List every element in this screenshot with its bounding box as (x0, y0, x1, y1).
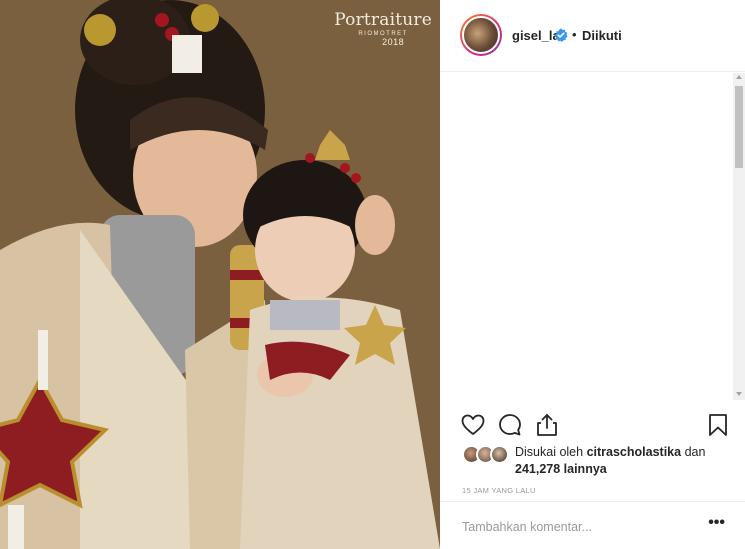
photo-watermark: Portraiture RIOMOTRET 2018 (334, 10, 432, 47)
scrollbar-thumb[interactable] (735, 86, 743, 168)
heart-icon[interactable] (460, 412, 486, 438)
post-timestamp[interactable]: 15 JAM YANG LALU (462, 486, 536, 495)
likes-conjunction: dan (684, 445, 706, 459)
comment-input[interactable] (462, 517, 692, 537)
post-side-panel: gisel_la • Diikuti Disukai oleh citrasch… (440, 0, 745, 549)
bookmark-icon[interactable] (705, 412, 731, 438)
photo-illustration (0, 0, 440, 549)
scroll-down-arrow-icon[interactable] (736, 392, 742, 396)
following-button[interactable]: Diikuti (582, 28, 622, 43)
post-header: gisel_la • Diikuti (440, 0, 745, 72)
likes-text: Disukai oleh citrascholastika dan 241,27… (515, 444, 745, 478)
more-options-icon[interactable]: ••• (708, 514, 725, 532)
comment-composer: ••• (440, 501, 745, 549)
scroll-up-arrow-icon[interactable] (736, 75, 742, 79)
post-actions (440, 404, 745, 444)
author-avatar[interactable] (460, 14, 502, 56)
author-avatar-image (462, 16, 500, 54)
comments-area[interactable] (440, 73, 745, 400)
likes-summary: Disukai oleh citrascholastika dan 241,27… (462, 442, 732, 478)
watermark-title: Portraiture (334, 10, 432, 30)
post-photo[interactable]: Portraiture RIOMOTRET 2018 (0, 0, 440, 549)
liker-avatars[interactable] (462, 445, 512, 465)
share-icon[interactable] (534, 412, 560, 438)
likes-prefix: Disukai oleh (515, 445, 584, 459)
comment-icon[interactable] (497, 412, 523, 438)
verified-badge-icon (554, 28, 568, 42)
header-separator: • (572, 27, 577, 42)
liker-avatar[interactable] (490, 445, 509, 464)
likes-count-link[interactable]: 241,278 lainnya (515, 462, 607, 476)
watermark-year: 2018 (382, 37, 405, 47)
likes-user-link[interactable]: citrascholastika (587, 445, 682, 459)
author-username[interactable]: gisel_la (512, 28, 560, 43)
